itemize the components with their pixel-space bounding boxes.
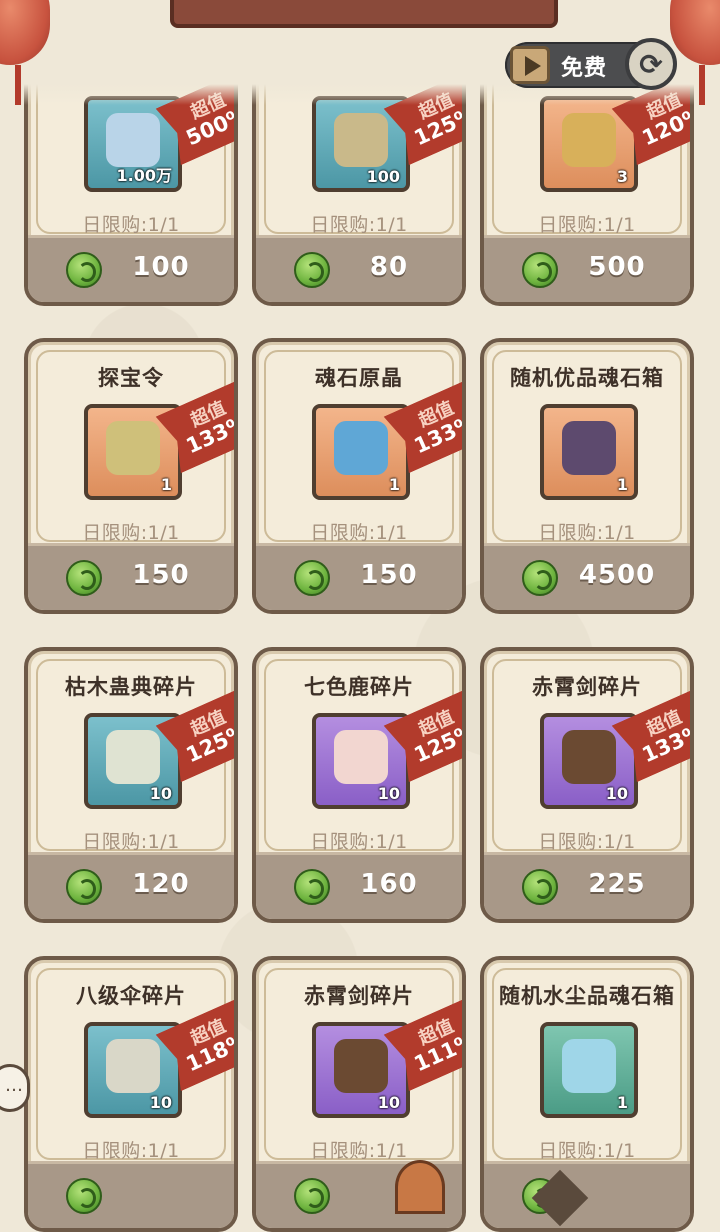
jade-coin-icon xyxy=(294,252,330,288)
item-name: 赤霄剑碎片 xyxy=(532,675,642,699)
item-name: 探宝令 xyxy=(98,366,164,390)
item-slot[interactable]: 1 xyxy=(540,404,638,500)
buy-button[interactable]: 80 xyxy=(256,235,462,302)
buy-button[interactable] xyxy=(28,1161,234,1228)
buy-button[interactable]: 160 xyxy=(256,852,462,919)
item-name: 枯木蛊典碎片 xyxy=(65,675,197,699)
refresh-button[interactable]: ⟳ xyxy=(625,38,677,90)
item-price: 80 xyxy=(369,252,409,282)
item-price: 120 xyxy=(132,869,190,899)
shop-item-card[interactable]: 七色鹿碎片 10 超值 125% 日限购:1/1 160 xyxy=(252,647,466,923)
purchase-limit: 日限购:1/1 xyxy=(82,831,180,853)
shop-item-card[interactable]: 枯木蛊典碎片 10 超值 125% 日限购:1/1 120 xyxy=(24,647,238,923)
item-name: 赤霄剑碎片 xyxy=(304,984,414,1008)
item-quantity: 10 xyxy=(149,784,172,803)
buy-button[interactable]: 500 xyxy=(484,235,690,302)
purchase-limit: 日限购:1/1 xyxy=(82,214,180,236)
item-name: 七色鹿碎片 xyxy=(304,675,414,699)
free-refresh-pill[interactable]: 免费 ⟳ xyxy=(505,38,677,90)
jade-coin-icon xyxy=(66,560,102,596)
purchase-limit: 日限购:1/1 xyxy=(82,1140,180,1162)
purchase-limit: 日限购:1/1 xyxy=(538,831,636,853)
item-quantity: 3 xyxy=(616,167,628,186)
item-icon xyxy=(334,421,388,476)
jade-coin-icon xyxy=(294,1178,330,1214)
purchase-limit: 日限购:1/1 xyxy=(310,522,408,544)
item-icon xyxy=(106,113,160,168)
buy-button[interactable]: 150 xyxy=(256,543,462,610)
item-price: 160 xyxy=(360,869,418,899)
item-price: 225 xyxy=(588,869,646,899)
jade-coin-icon xyxy=(294,560,330,596)
buy-button[interactable]: 225 xyxy=(484,852,690,919)
purchase-limit: 日限购:1/1 xyxy=(310,1140,408,1162)
item-icon xyxy=(562,1039,616,1094)
buy-button[interactable]: 4500 xyxy=(484,543,690,610)
item-name: 随机优品魂石箱 xyxy=(510,366,664,390)
item-name: 魂石原晶 xyxy=(315,366,403,390)
shop-item-card[interactable]: 随机水尘品魂石箱 1 日限购:1/1 xyxy=(480,956,694,1232)
shop-item-card[interactable]: 随机优品魂石箱 1 日限购:1/1 4500 xyxy=(480,338,694,614)
purchase-limit: 日限购:1/1 xyxy=(310,831,408,853)
purchase-limit: 日限购:1/1 xyxy=(82,522,180,544)
shop-grid: 1.00万 超值 500% 日限购:1/1 100 100 超值 125% 日限购:1/1 80 3… xyxy=(0,0,720,1232)
purchase-limit: 日限购:1/1 xyxy=(310,214,408,236)
play-video-icon xyxy=(510,46,550,84)
shop-item-card[interactable]: 赤霄剑碎片 10 超值 133% 日限购:1/1 225 xyxy=(480,647,694,923)
jade-coin-icon xyxy=(66,1178,102,1214)
jade-coin-icon xyxy=(522,869,558,905)
purchase-limit: 日限购:1/1 xyxy=(538,522,636,544)
buy-button[interactable] xyxy=(484,1161,690,1228)
shop-item-card[interactable]: 探宝令 1 超值 133% 日限购:1/1 150 xyxy=(24,338,238,614)
item-icon xyxy=(562,113,616,168)
item-quantity: 1 xyxy=(616,475,628,494)
item-icon xyxy=(334,113,388,168)
item-quantity: 1.00万 xyxy=(116,166,172,185)
buy-button[interactable]: 150 xyxy=(28,543,234,610)
purchase-limit: 日限购:1/1 xyxy=(538,1140,636,1162)
item-quantity: 10 xyxy=(377,1093,400,1112)
item-quantity: 100 xyxy=(366,167,400,186)
item-price: 4500 xyxy=(578,560,656,590)
item-quantity: 10 xyxy=(149,1093,172,1112)
item-icon xyxy=(106,1039,160,1094)
shop-item-card[interactable]: 八级伞碎片 10 超值 118% 日限购:1/1 xyxy=(24,956,238,1232)
item-name: 随机水尘品魂石箱 xyxy=(499,984,675,1008)
item-price: 100 xyxy=(132,252,190,282)
item-quantity: 1 xyxy=(616,1093,628,1112)
item-slot[interactable]: 1 xyxy=(540,1022,638,1118)
jade-coin-icon xyxy=(294,869,330,905)
item-quantity: 10 xyxy=(605,784,628,803)
item-icon xyxy=(562,421,616,476)
jade-coin-icon xyxy=(522,252,558,288)
item-quantity: 10 xyxy=(377,784,400,803)
buy-button[interactable]: 100 xyxy=(28,235,234,302)
buy-button[interactable]: 120 xyxy=(28,852,234,919)
item-icon xyxy=(106,730,160,785)
jade-coin-icon xyxy=(522,560,558,596)
item-price: 500 xyxy=(588,252,646,282)
item-price: 150 xyxy=(132,560,190,590)
refresh-icon: ⟳ xyxy=(639,47,663,81)
item-icon xyxy=(334,1039,388,1094)
item-name: 八级伞碎片 xyxy=(76,984,186,1008)
item-price: 150 xyxy=(360,560,418,590)
item-quantity: 1 xyxy=(388,475,400,494)
item-icon xyxy=(562,730,616,785)
item-icon xyxy=(334,730,388,785)
top-frame-decoration xyxy=(170,0,558,28)
free-label: 免费 xyxy=(561,56,608,81)
jade-coin-icon xyxy=(66,869,102,905)
bottom-decoration xyxy=(395,1160,445,1214)
item-icon xyxy=(106,421,160,476)
item-quantity: 1 xyxy=(160,475,172,494)
shop-item-card[interactable]: 魂石原晶 1 超值 133% 日限购:1/1 150 xyxy=(252,338,466,614)
jade-coin-icon xyxy=(66,252,102,288)
purchase-limit: 日限购:1/1 xyxy=(538,214,636,236)
